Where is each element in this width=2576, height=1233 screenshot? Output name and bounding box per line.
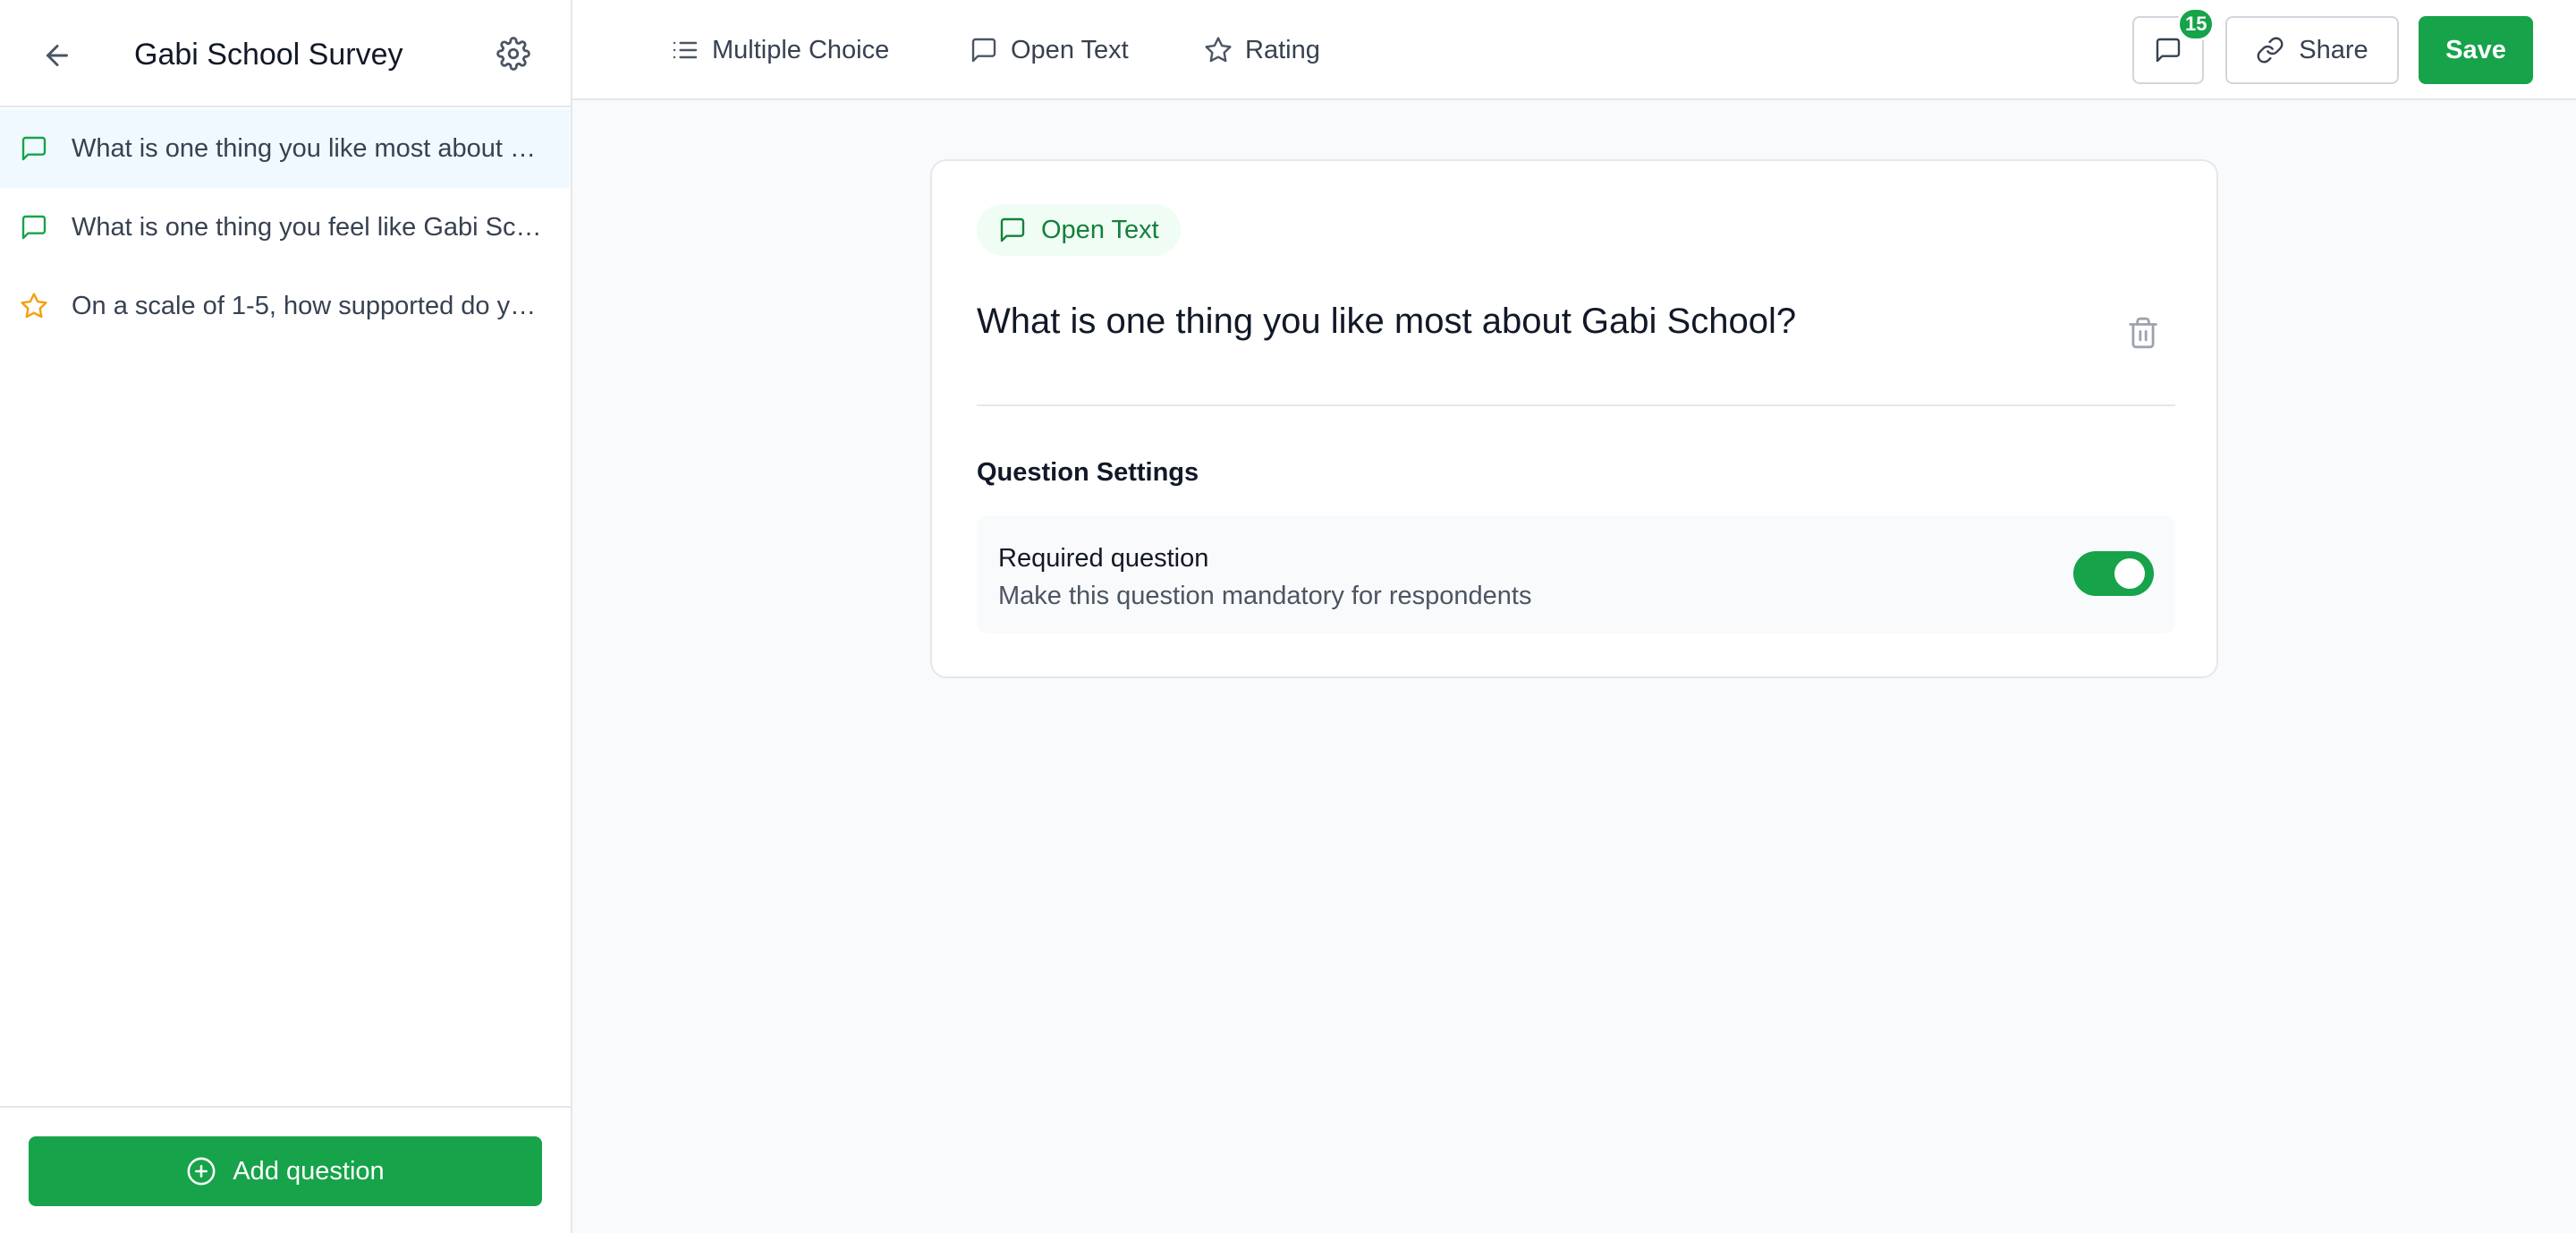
open-text-label: Open Text <box>1011 35 1129 64</box>
gear-icon <box>496 37 530 71</box>
plus-circle-icon <box>187 1157 216 1186</box>
rating-label: Rating <box>1245 35 1320 64</box>
add-multiple-choice-button[interactable]: Multiple Choice <box>671 27 889 73</box>
required-toggle[interactable] <box>2073 551 2154 596</box>
question-settings-heading: Question Settings <box>977 458 1199 487</box>
sidebar-header: Gabi School Survey <box>0 0 571 107</box>
question-list-item-label: On a scale of 1-5, how supported do you … <box>72 292 546 320</box>
question-list-item[interactable]: On a scale of 1-5, how supported do you … <box>0 267 571 345</box>
message-square-icon <box>2156 38 2181 63</box>
message-square-icon <box>21 136 47 161</box>
sidebar-footer: Add question <box>0 1106 571 1233</box>
question-editor-card: Open Text What is one thing you like mos… <box>930 159 2218 678</box>
required-setting-label: Required question <box>998 544 1209 573</box>
question-type-badge: Open Text <box>977 204 1181 256</box>
question-list-item[interactable]: What is one thing you feel like Gabi Sch… <box>0 188 571 267</box>
add-question-label: Add question <box>233 1156 385 1186</box>
arrow-left-icon <box>47 45 68 66</box>
add-rating-button[interactable]: Rating <box>1204 27 1320 73</box>
share-button[interactable]: Share <box>2225 16 2399 84</box>
message-square-icon <box>1000 217 1025 242</box>
list-icon <box>673 41 698 59</box>
multiple-choice-label: Multiple Choice <box>712 35 890 64</box>
add-open-text-button[interactable]: Open Text <box>970 27 1129 73</box>
question-type-label: Open Text <box>1041 215 1159 244</box>
top-toolbar: Multiple Choice Open Text Rating 15 Shar… <box>572 0 2576 100</box>
question-list-item-label: What is one thing you feel like Gabi Sch… <box>72 213 546 242</box>
star-icon <box>1205 37 1232 63</box>
trash-icon <box>2129 317 2157 349</box>
question-title-input[interactable]: What is one thing you like most about Ga… <box>977 299 2086 344</box>
survey-settings-button[interactable] <box>490 30 537 77</box>
required-setting-description: Make this question mandatory for respond… <box>998 582 1532 610</box>
add-question-button[interactable]: Add question <box>29 1136 542 1206</box>
question-list-item-label: What is one thing you like most about Ga… <box>72 134 546 163</box>
message-square-icon <box>21 215 47 240</box>
star-icon <box>21 293 47 319</box>
link-icon <box>2257 37 2284 64</box>
question-list-item[interactable]: What is one thing you like most about Ga… <box>0 109 571 188</box>
toggle-knob <box>2114 558 2145 589</box>
share-label: Share <box>2299 35 2368 64</box>
question-list: What is one thing you like most about Ga… <box>0 109 571 345</box>
message-square-icon <box>971 38 996 63</box>
sidebar: Gabi School Survey What is one thing you… <box>0 0 572 1233</box>
save-button[interactable]: Save <box>2419 16 2533 84</box>
delete-question-button[interactable] <box>2120 310 2166 356</box>
card-divider <box>977 404 2175 406</box>
survey-title: Gabi School Survey <box>134 38 403 72</box>
back-button[interactable] <box>34 32 80 79</box>
required-setting-row: Required question Make this question man… <box>977 515 2175 634</box>
comments-count-badge: 15 <box>2177 7 2216 41</box>
